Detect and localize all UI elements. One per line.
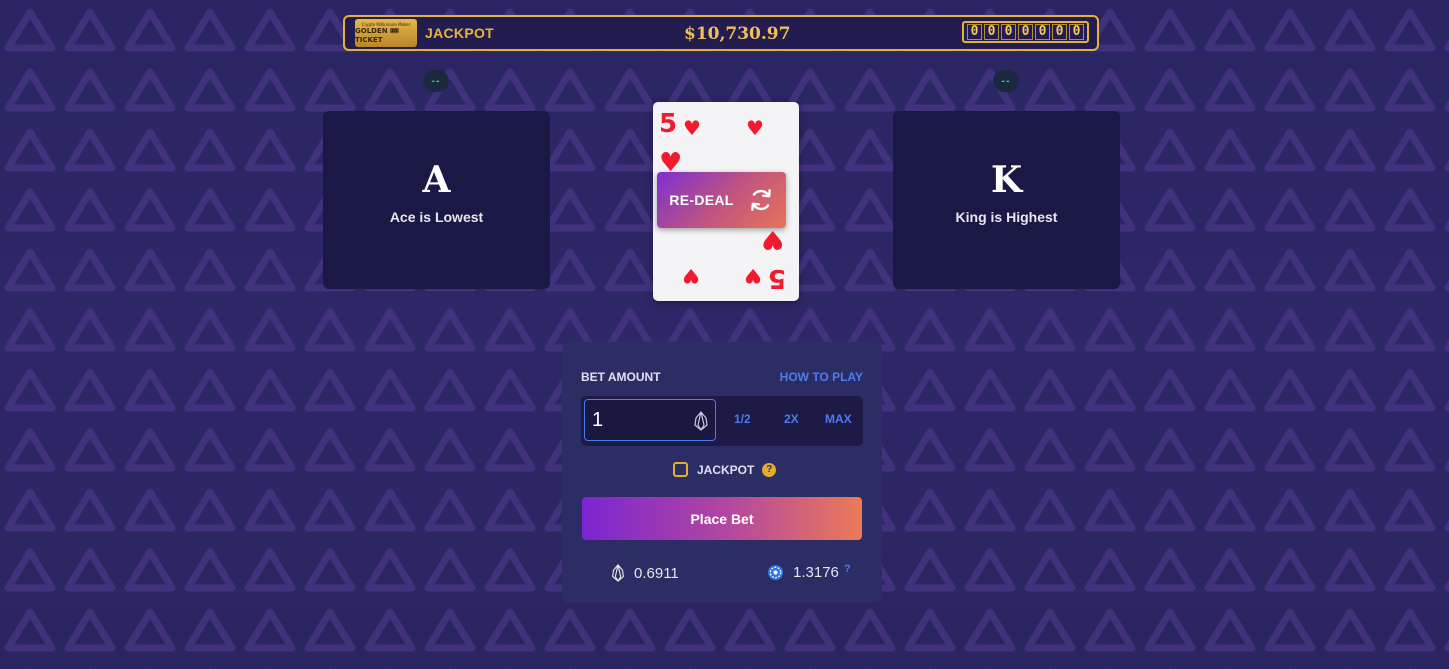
- higher-rank: K: [990, 159, 1023, 201]
- redeal-button[interactable]: RE-DEAL: [657, 172, 786, 228]
- bet-amount-label: BET AMOUNT: [581, 370, 661, 384]
- heart-pip-icon: ♥: [683, 116, 701, 140]
- jackpot-option: JACKPOT ?: [673, 462, 777, 477]
- jackpot-digit: 0: [967, 24, 982, 40]
- place-bet-button[interactable]: Place Bet: [582, 497, 862, 540]
- jackpot-digit: 0: [1035, 24, 1050, 40]
- heart-pip-icon: ♥: [761, 224, 785, 254]
- golden-ticket-logo: Crypto Millionaire Maker GOLDEN 🎟 TICKET: [355, 19, 417, 47]
- refresh-icon: [750, 189, 771, 211]
- jackpot-amount: $10,730.97: [684, 24, 791, 44]
- max-bet-button[interactable]: MAX: [825, 412, 852, 426]
- higher-caption: King is Highest: [955, 209, 1058, 225]
- bet-panel: BET AMOUNT HOW TO PLAY 1/2 2X MAX JACKPO…: [562, 342, 882, 603]
- jackpot-help-icon[interactable]: ?: [762, 462, 777, 477]
- token-balance-value: 1.3176: [793, 564, 839, 581]
- card-rank-bottom: 5: [768, 263, 787, 293]
- eos-balance: 0.6911: [611, 564, 679, 582]
- higher-option-card[interactable]: K King is Highest: [893, 111, 1120, 289]
- how-to-play-link[interactable]: HOW TO PLAY: [780, 370, 863, 384]
- higher-payout-indicator: --: [993, 70, 1019, 92]
- token-coin-icon: [767, 564, 784, 581]
- jackpot-option-label: JACKPOT: [697, 462, 755, 477]
- jackpot-checkbox[interactable]: [673, 462, 688, 477]
- lower-payout-indicator: --: [423, 70, 449, 92]
- jackpot-label: JACKPOT: [425, 25, 494, 41]
- card-rank-top: 5: [659, 109, 678, 139]
- jackpot-digit: 0: [1001, 24, 1016, 40]
- eos-balance-value: 0.6911: [634, 564, 679, 582]
- lower-option-card[interactable]: A Ace is Lowest: [323, 111, 550, 289]
- eos-icon: [694, 411, 708, 431]
- jackpot-counter: 0 0 0 0 0 0 0: [962, 21, 1089, 43]
- jackpot-bar: Crypto Millionaire Maker GOLDEN 🎟 TICKET…: [343, 15, 1099, 51]
- jackpot-digit: 0: [1018, 24, 1033, 40]
- heart-pip-icon: ♥: [682, 264, 700, 288]
- jackpot-digit: 0: [1052, 24, 1067, 40]
- half-bet-button[interactable]: 1/2: [734, 412, 751, 426]
- jackpot-digit: 0: [984, 24, 999, 40]
- token-help-icon[interactable]: ?: [844, 563, 851, 575]
- bet-input-row: 1/2 2X MAX: [581, 396, 863, 446]
- token-balance: 1.3176: [767, 564, 839, 581]
- lower-caption: Ace is Lowest: [389, 209, 484, 225]
- ticket-title: GOLDEN 🎟 TICKET: [355, 26, 399, 44]
- heart-pip-icon: ♥: [746, 116, 764, 140]
- jackpot-digit: 0: [1069, 24, 1084, 40]
- lower-rank: A: [422, 159, 451, 201]
- double-bet-button[interactable]: 2X: [784, 412, 799, 426]
- redeal-label: RE-DEAL: [669, 192, 734, 208]
- heart-pip-icon: ♥: [744, 264, 762, 288]
- eos-icon: [612, 564, 624, 582]
